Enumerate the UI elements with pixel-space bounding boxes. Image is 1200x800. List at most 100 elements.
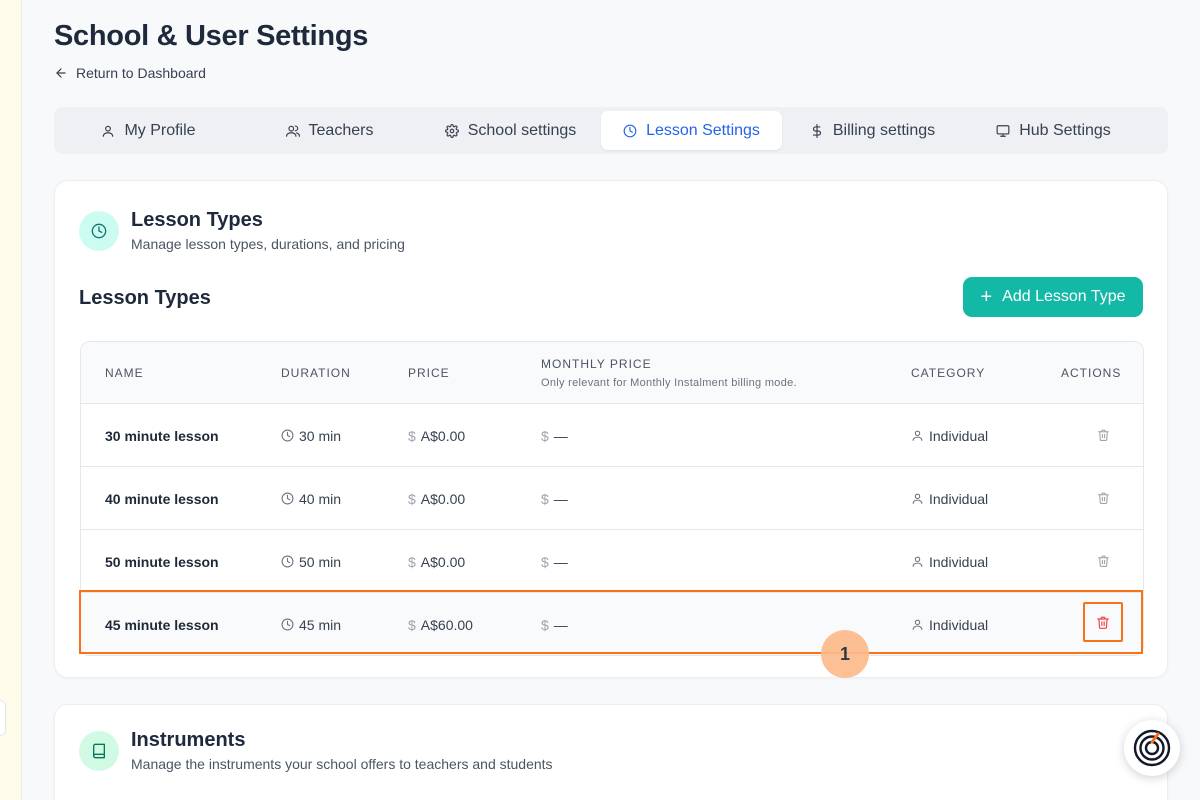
table-row: 30 minute lesson 30 min $ A$0.00 $ — Ind… — [81, 404, 1143, 467]
instruments-card-title: Instruments — [131, 729, 246, 751]
duration-value: 45 min — [299, 616, 342, 633]
user-icon — [103, 125, 114, 137]
lesson-monthly-price: $ — — [541, 530, 568, 593]
tab-lesson-settings[interactable]: Lesson Settings — [601, 111, 782, 150]
dollar-icon: $ — [408, 427, 416, 444]
tab-label: School settings — [467, 121, 577, 139]
category-value: Individual — [929, 616, 989, 633]
plus-icon: + — [980, 286, 993, 308]
tab-label: Lesson Settings — [646, 121, 760, 139]
clock-icon — [281, 555, 294, 568]
lesson-duration: 50 min — [281, 530, 341, 593]
delete-lesson-button[interactable] — [1083, 602, 1123, 642]
delete-lesson-button[interactable] — [1093, 551, 1113, 571]
price-value: A$0.00 — [420, 553, 466, 570]
tab-label: Billing settings — [832, 121, 936, 139]
lesson-duration: 30 min — [281, 404, 341, 467]
dollar-icon: $ — [541, 616, 549, 633]
dollar-icon: $ — [408, 616, 416, 633]
lesson-types-card-subtitle: Manage lesson types, durations, and pric… — [131, 236, 405, 252]
clock-icon — [281, 618, 294, 631]
lesson-category: Individual — [911, 530, 988, 593]
assistant-launcher-button[interactable] — [1124, 720, 1180, 776]
return-to-dashboard-label: Return to Dashboard — [76, 65, 206, 81]
lesson-types-card: Lesson Types Manage lesson types, durati… — [54, 180, 1168, 678]
monthly-value: — — [553, 553, 568, 570]
tab-label: Teachers — [308, 121, 374, 139]
spiral-logo-icon — [1133, 729, 1171, 767]
category-value: Individual — [929, 427, 989, 444]
lesson-types-section-title: Lesson Types — [79, 287, 211, 309]
delete-lesson-button[interactable] — [1093, 425, 1113, 445]
tab-billing-settings[interactable]: Billing settings — [782, 111, 963, 150]
lesson-types-table: NAME DURATION PRICE MONTHLY PRICE Only r… — [80, 341, 1144, 656]
lesson-price: $ A$0.00 — [408, 404, 465, 467]
column-price-label: PRICE — [408, 366, 450, 380]
add-lesson-type-button[interactable]: + Add Lesson Type — [963, 277, 1143, 317]
column-duration-label: DURATION — [281, 366, 351, 380]
lesson-price: $ A$0.00 — [408, 530, 465, 593]
table-row: 50 minute lesson 50 min $ A$0.00 $ — Ind… — [81, 530, 1143, 593]
instruments-header: Instruments Manage the instruments your … — [79, 729, 553, 772]
dollar-icon: $ — [408, 490, 416, 507]
lesson-price: $ A$0.00 — [408, 467, 465, 530]
tab-school-settings[interactable]: School settings — [420, 111, 601, 150]
users-icon — [285, 124, 300, 137]
lesson-monthly-price: $ — — [541, 467, 568, 530]
settings-tabs: My Profile Teachers School settings Less… — [54, 107, 1168, 154]
left-panel-handle[interactable] — [0, 700, 6, 736]
tab-my-profile[interactable]: My Profile — [58, 111, 239, 150]
column-header-monthly-price: MONTHLY PRICE Only relevant for Monthly … — [541, 342, 797, 404]
duration-value: 40 min — [299, 490, 342, 507]
column-header-name: NAME — [105, 342, 144, 404]
user-icon — [912, 430, 923, 441]
column-header-duration: DURATION — [281, 342, 351, 404]
lesson-price: $ A$60.00 — [408, 593, 473, 655]
column-category-label: CATEGORY — [911, 366, 986, 380]
duration-value: 30 min — [299, 427, 342, 444]
trash-icon — [1097, 429, 1109, 441]
gear-icon — [444, 123, 459, 138]
lesson-category: Individual — [911, 593, 989, 655]
lesson-monthly-price: $ — — [541, 593, 568, 655]
step-marker: 1 — [821, 630, 869, 678]
lesson-name: 40 minute lesson — [105, 490, 219, 507]
lesson-category: Individual — [911, 404, 988, 467]
clock-icon — [91, 223, 107, 238]
tab-label: Hub Settings — [1019, 121, 1111, 139]
lesson-duration: 45 min — [281, 593, 342, 655]
monthly-value: — — [553, 427, 568, 444]
lesson-types-badge — [79, 210, 119, 251]
dollar-icon: $ — [541, 490, 549, 507]
user-icon — [912, 493, 923, 504]
return-to-dashboard-link[interactable]: Return to Dashboard — [54, 65, 206, 81]
lesson-duration: 40 min — [281, 467, 341, 530]
tab-teachers[interactable]: Teachers — [239, 111, 420, 150]
lesson-monthly-price: $ — — [541, 404, 568, 467]
column-monthly-label: MONTHLY PRICE — [541, 357, 652, 371]
delete-lesson-button[interactable] — [1093, 488, 1113, 508]
book-icon — [93, 743, 105, 758]
trash-icon — [1097, 492, 1109, 504]
price-value: A$0.00 — [420, 427, 466, 444]
trash-icon — [1097, 616, 1109, 629]
dollar-icon — [812, 123, 821, 138]
price-value: A$0.00 — [420, 490, 466, 507]
left-edge-panel — [0, 0, 22, 800]
instruments-badge — [79, 730, 119, 771]
monitor-icon — [996, 124, 1010, 137]
column-header-category: CATEGORY — [911, 342, 985, 404]
add-lesson-type-label: Add Lesson Type — [1002, 288, 1126, 305]
tab-label: My Profile — [124, 121, 196, 139]
lesson-name: 45 minute lesson — [105, 616, 219, 633]
duration-value: 50 min — [299, 553, 342, 570]
lesson-name: 30 minute lesson — [105, 427, 219, 444]
tab-hub-settings[interactable]: Hub Settings — [963, 111, 1144, 150]
dollar-icon: $ — [541, 427, 549, 444]
lesson-types-card-title: Lesson Types — [131, 209, 263, 231]
category-value: Individual — [929, 553, 989, 570]
price-value: A$60.00 — [420, 616, 473, 633]
user-icon — [912, 556, 923, 567]
trash-icon — [1097, 555, 1109, 567]
instruments-card-subtitle: Manage the instruments your school offer… — [131, 756, 553, 772]
